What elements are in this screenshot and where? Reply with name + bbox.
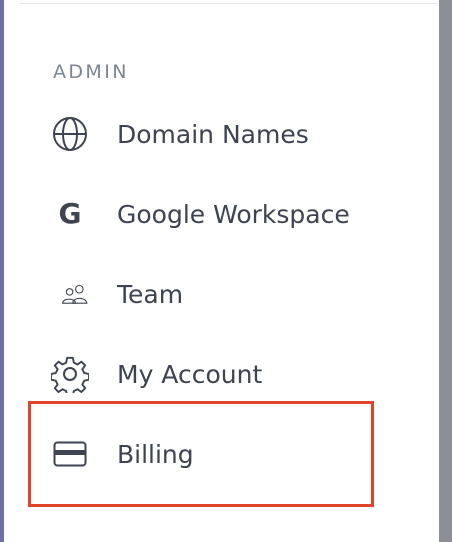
gear-icon (51, 355, 89, 393)
top-divider (20, 3, 438, 4)
team-icon (51, 275, 89, 313)
left-edge-strip (0, 0, 4, 542)
sidebar-item-team[interactable]: Team (45, 267, 425, 321)
sidebar-item-label: Billing (117, 439, 194, 469)
sidebar-item-label: Domain Names (117, 119, 309, 149)
globe-icon (51, 115, 89, 153)
sidebar-item-label: Google Workspace (117, 199, 350, 229)
sidebar-item-label: My Account (117, 359, 263, 389)
sidebar-item-domain-names[interactable]: Domain Names (45, 107, 425, 161)
section-title-admin: ADMIN (53, 61, 129, 83)
sidebar-item-label: Team (117, 279, 184, 309)
sidebar-item-billing[interactable]: Billing (45, 427, 425, 481)
google-g-glyph: G (58, 197, 82, 230)
sidebar-item-google-workspace[interactable]: G Google Workspace (45, 187, 425, 241)
credit-card-icon (51, 435, 89, 473)
google-g-icon: G (51, 195, 89, 233)
right-edge-strip (439, 0, 452, 542)
sidebar-item-my-account[interactable]: My Account (45, 347, 425, 401)
sidebar-panel: ADMIN Domain Names G Google Workspace Te… (0, 0, 452, 542)
